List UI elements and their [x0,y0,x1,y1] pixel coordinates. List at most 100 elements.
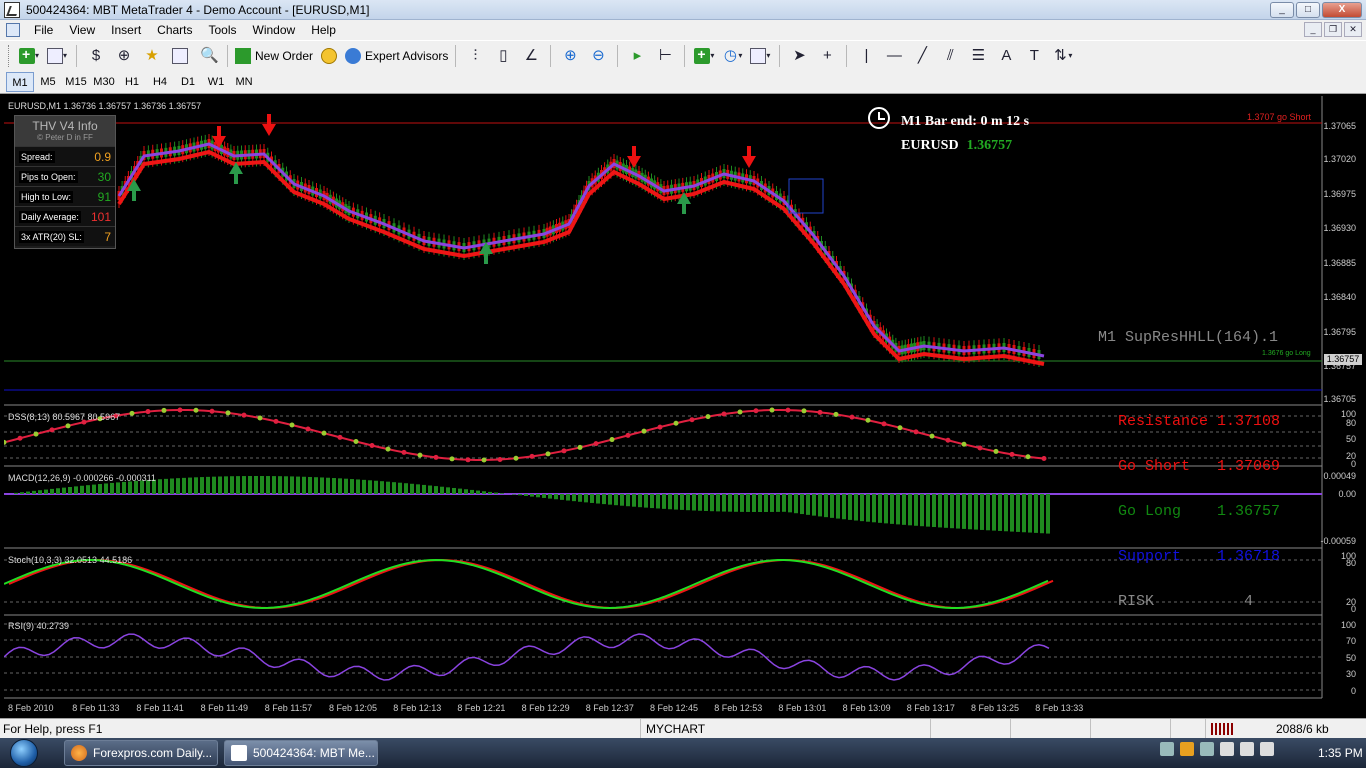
profiles-button[interactable]: ▾ [45,44,69,68]
menu-file[interactable]: File [26,23,61,37]
fibonacci-button[interactable]: ☰ [966,44,990,68]
new-order-button[interactable]: New Order [235,44,313,68]
info-row: Pips to Open: 30 [15,166,115,186]
minimize-button[interactable]: _ [1270,2,1294,18]
network-tray-icon[interactable] [1160,742,1174,756]
tf-d1[interactable]: D1 [174,72,202,92]
dss-dot [545,451,551,457]
macd-bar [68,486,72,494]
symbol-price: 1.36757 [966,138,1013,153]
periods-button[interactable]: ◷ ▾ [720,44,744,68]
child-close-button[interactable]: ✕ [1344,22,1362,37]
info-hl-value: 91 [97,189,111,204]
macd-bar [956,494,960,529]
auto-scroll-button[interactable]: ▸ [625,44,649,68]
trendline-button[interactable]: ╱ [910,44,934,68]
macd-bar [692,494,696,511]
menu-help[interactable]: Help [303,23,344,37]
terminal-button[interactable] [168,44,192,68]
tf-m1[interactable]: M1 [6,71,34,92]
time-tick: 8 Feb 13:25 [971,703,1020,713]
text-tool-button[interactable]: A [994,44,1018,68]
info-row: 3x ATR(20) SL: 7 [15,226,115,246]
tf-m5[interactable]: M5 [34,72,62,92]
crosshair-tool-button[interactable]: + [815,44,839,68]
candlestick-button[interactable]: ▯ [491,44,515,68]
chart-document-icon[interactable] [6,23,20,37]
navigator-button[interactable]: ★ [140,44,164,68]
info-credit: © Peter D in FF [37,133,93,142]
supres-panel: M1 SupResHHLL(164).1 Resistance 1.37108 … [1098,300,1280,639]
dss-dot [913,429,919,435]
channel-button[interactable]: ⫽ [938,44,962,68]
connection-status-icon[interactable] [1211,723,1233,735]
new-chart-button[interactable]: ▾ [17,44,41,68]
toolbar-grip[interactable] [8,44,11,67]
macd-bar [230,476,234,494]
sell-arrow [262,114,276,136]
security-tray-icon[interactable] [1180,742,1194,756]
horizontal-line-button[interactable]: — [882,44,906,68]
tf-h4[interactable]: H4 [146,72,174,92]
macd-bar [866,494,870,522]
metaeditor-button[interactable] [317,44,341,68]
line-chart-button[interactable]: ∠ [519,44,543,68]
macd-bar [50,488,54,494]
time-tick: 8 Feb 12:37 [585,703,634,713]
tf-m15[interactable]: M15 [62,72,90,92]
tf-w1[interactable]: W1 [202,72,230,92]
metatrader-app-icon[interactable] [4,1,20,18]
signal-box [788,178,824,214]
market-watch-button[interactable]: $ [84,44,108,68]
macd-bar [38,490,42,494]
zoom-out-button[interactable]: ⊖ [586,44,610,68]
text-label-button[interactable]: T [1022,44,1046,68]
tf-h1[interactable]: H1 [118,72,146,92]
dss-dot [449,456,455,462]
cursor-tool-button[interactable]: ➤ [787,44,811,68]
time-tick: 8 Feb 13:33 [1035,703,1084,713]
zoom-in-button[interactable]: ⊕ [558,44,582,68]
data-window-button[interactable]: ⊕ [112,44,136,68]
macd-bar [584,494,588,503]
maximize-button[interactable]: □ [1296,2,1320,18]
display-tray-icon[interactable] [1240,742,1254,756]
monitor-tray-icon[interactable] [1200,742,1214,756]
child-minimize-button[interactable]: _ [1304,22,1322,37]
chart-shift-button[interactable]: ⊢ [653,44,677,68]
arrows-button[interactable]: ⇅ ▾ [1050,44,1074,68]
tf-mn[interactable]: MN [230,72,258,92]
macd-bar [422,484,426,494]
macd-bar [884,494,888,524]
taskbar-item-metatrader[interactable]: 500424364: MBT Me... [224,740,378,766]
menu-window[interactable]: Window [245,23,304,37]
menu-view[interactable]: View [61,23,103,37]
close-button[interactable]: X [1322,2,1362,18]
child-restore-button[interactable]: ❐ [1324,22,1342,37]
bar-chart-button[interactable]: ⫶ [463,44,487,68]
volume-tray-icon[interactable] [1260,742,1274,756]
expert-advisors-button[interactable]: Expert Advisors [345,44,448,68]
dss-dot [993,448,999,454]
taskbar-clock[interactable]: 1:35 PM [1318,746,1363,760]
menu-tools[interactable]: Tools [201,23,245,37]
start-button[interactable] [4,738,44,768]
macd-bar [194,477,198,494]
chart-window[interactable]: EURUSD,M1 1.36736 1.36757 1.36736 1.3675… [4,96,1362,716]
macd-bar [296,476,300,494]
macd-bar [188,477,192,494]
tf-m30[interactable]: M30 [90,72,118,92]
taskbar-item-forexpros[interactable]: Forexpros.com Daily... [64,740,218,766]
templates-button[interactable]: ▾ [748,44,772,68]
dss-dot [321,430,327,436]
macd-bar [344,478,348,494]
menu-charts[interactable]: Charts [149,23,200,37]
vertical-line-button[interactable]: | [854,44,878,68]
dss-dot [753,408,759,414]
menu-insert[interactable]: Insert [103,23,149,37]
device-tray-icon[interactable] [1220,742,1234,756]
macd-bar [578,494,582,502]
indicators-button[interactable]: ▾ [692,44,716,68]
macd-bar [980,494,984,530]
strategy-tester-button[interactable]: 🔍 [196,44,220,68]
